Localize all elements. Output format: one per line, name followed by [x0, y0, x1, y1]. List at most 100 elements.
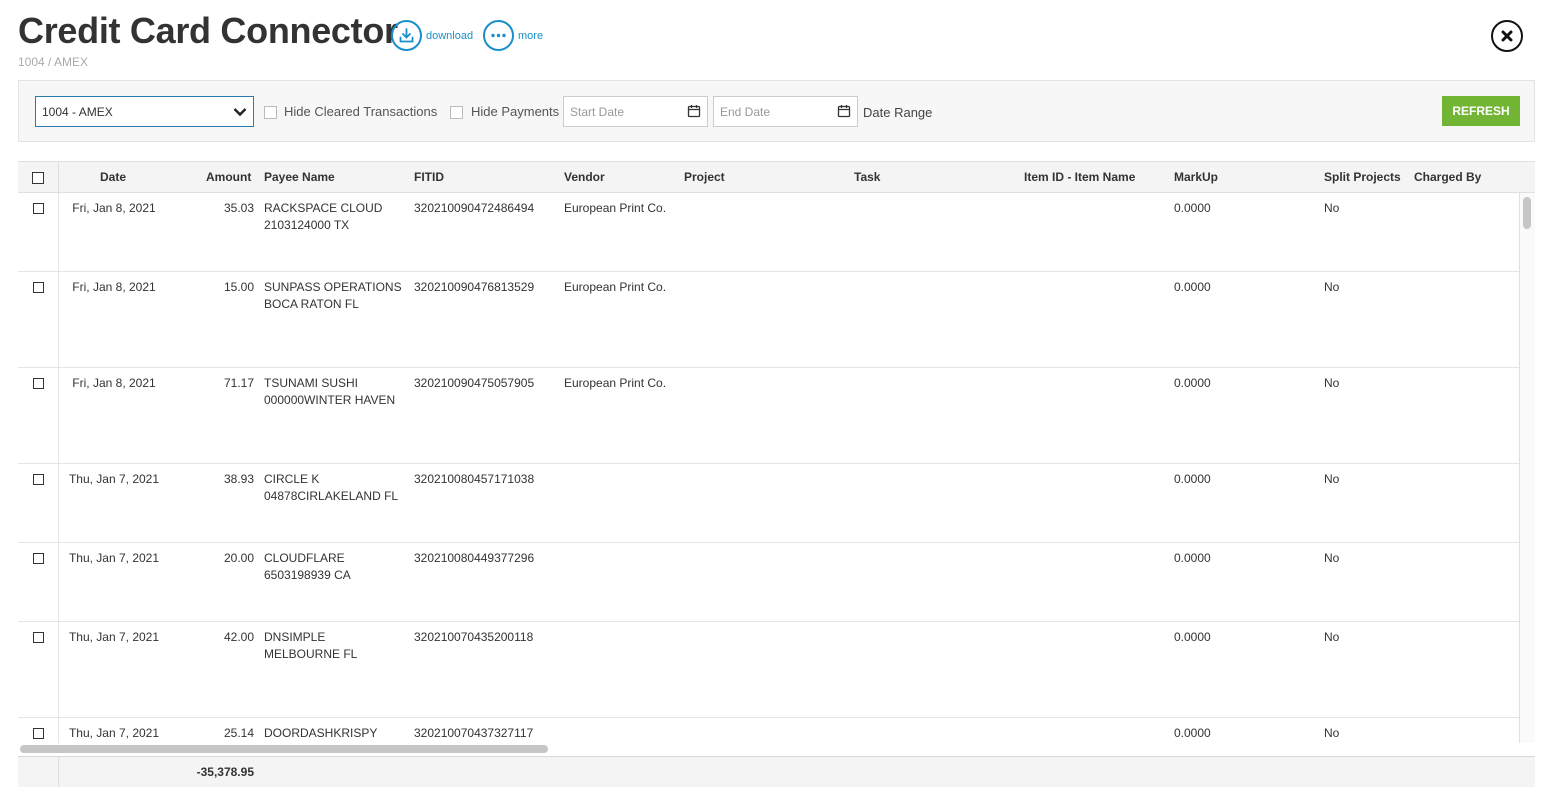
row-checkbox[interactable]	[33, 632, 44, 643]
start-date-placeholder: Start Date	[570, 105, 625, 119]
table-row[interactable]: Fri, Jan 8, 2021 15.00 SUNPASS OPERATION…	[18, 272, 1519, 368]
cell-split-projects[interactable]: No	[1324, 629, 1339, 646]
more-label: more	[518, 29, 544, 42]
cell-amount: 20.00	[223, 551, 254, 565]
cell-date: Thu, Jan 7, 2021	[68, 472, 160, 486]
horizontal-scrollbar-thumb[interactable]	[20, 745, 548, 753]
vertical-scrollbar[interactable]	[1520, 193, 1535, 743]
cell-payee: CIRCLE K 04878CIRLAKELAND FL	[264, 472, 399, 503]
row-checkbox[interactable]	[33, 474, 44, 485]
table-header: Date Amount Payee Name FITID Vendor Proj…	[18, 161, 1535, 194]
breadcrumb: 1004 / AMEX	[18, 55, 89, 69]
cell-markup[interactable]: 0.0000	[1174, 375, 1211, 392]
cell-fitid: 320210070435200118	[414, 630, 534, 644]
column-header-date[interactable]: Date	[100, 170, 126, 184]
column-header-task[interactable]: Task	[854, 170, 880, 184]
amount-total: -35,378.95	[196, 765, 254, 779]
cell-date: Fri, Jan 8, 2021	[72, 280, 156, 294]
cell-fitid: 320210090475057905	[414, 376, 535, 390]
cell-markup[interactable]: 0.0000	[1174, 725, 1211, 742]
hide-payments-label: Hide Payments	[471, 104, 560, 119]
cell-split-projects[interactable]: No	[1324, 200, 1339, 217]
cell-date: Thu, Jan 7, 2021	[68, 630, 160, 644]
column-header-charged-by[interactable]: Charged By	[1414, 170, 1481, 184]
refresh-button[interactable]: REFRESH	[1442, 96, 1520, 126]
date-range-label[interactable]: Date Range	[863, 105, 932, 120]
row-checkbox[interactable]	[33, 728, 44, 739]
cell-markup[interactable]: 0.0000	[1174, 550, 1211, 567]
row-checkbox[interactable]	[33, 553, 44, 564]
cell-markup[interactable]: 0.0000	[1174, 629, 1211, 646]
column-header-vendor[interactable]: Vendor	[564, 170, 605, 184]
column-divider	[58, 162, 59, 194]
cell-fitid: 320210080449377296	[414, 551, 535, 565]
table-footer: -35,378.95	[18, 756, 1535, 787]
cell-payee: RACKSPACE CLOUD 2103124000 TX	[264, 201, 383, 232]
table-row[interactable]: Thu, Jan 7, 2021 25.14 DOORDASHKRISPY 32…	[18, 718, 1519, 743]
cell-date: Thu, Jan 7, 2021	[68, 726, 160, 740]
column-divider	[58, 757, 59, 787]
cell-split-projects[interactable]: No	[1324, 725, 1339, 742]
end-date-input[interactable]: End Date	[713, 96, 858, 127]
cell-split-projects[interactable]: No	[1324, 279, 1339, 296]
cell-date: Thu, Jan 7, 2021	[68, 551, 160, 565]
account-select-value: 1004 - AMEX	[42, 105, 113, 119]
cell-fitid: 320210080457171038	[414, 472, 535, 486]
table-body: Fri, Jan 8, 2021 35.03 RACKSPACE CLOUD 2…	[18, 193, 1520, 743]
cell-fitid: 320210090472486494	[414, 201, 535, 215]
cell-fitid: 320210090476813529	[414, 280, 535, 294]
table-row[interactable]: Thu, Jan 7, 2021 42.00 DNSIMPLE MELBOURN…	[18, 622, 1519, 718]
cell-amount: 71.17	[223, 376, 254, 390]
transactions-grid: Date Amount Payee Name FITID Vendor Proj…	[18, 161, 1535, 787]
page-title: Credit Card Connector	[18, 10, 398, 51]
column-header-split-projects[interactable]: Split Projects	[1324, 170, 1401, 184]
cell-vendor[interactable]: European Print Co.	[564, 200, 666, 217]
account-select[interactable]: 1004 - AMEX	[35, 96, 254, 127]
cell-vendor[interactable]: European Print Co.	[564, 375, 666, 392]
cell-markup[interactable]: 0.0000	[1174, 471, 1211, 488]
calendar-icon[interactable]	[687, 104, 701, 118]
cell-payee: CLOUDFLARE 6503198939 CA	[264, 551, 351, 582]
cell-vendor[interactable]: European Print Co.	[564, 279, 666, 296]
start-date-input[interactable]: Start Date	[563, 96, 708, 127]
row-checkbox[interactable]	[33, 203, 44, 214]
cell-split-projects[interactable]: No	[1324, 375, 1339, 392]
hide-cleared-checkbox[interactable]	[264, 106, 277, 119]
column-header-amount[interactable]: Amount	[206, 170, 251, 184]
filter-bar: 1004 - AMEX Hide Cleared Transactions Hi…	[18, 80, 1535, 142]
row-checkbox[interactable]	[33, 378, 44, 389]
table-row[interactable]: Fri, Jan 8, 2021 35.03 RACKSPACE CLOUD 2…	[18, 193, 1519, 272]
hide-payments-checkbox[interactable]	[450, 106, 463, 119]
cell-split-projects[interactable]: No	[1324, 550, 1339, 567]
cell-split-projects[interactable]: No	[1324, 471, 1339, 488]
more-button[interactable]: more	[483, 20, 543, 51]
select-all-checkbox[interactable]	[32, 172, 44, 184]
hide-cleared-label: Hide Cleared Transactions	[284, 104, 438, 119]
column-header-fitid[interactable]: FITID	[414, 170, 444, 184]
cell-markup[interactable]: 0.0000	[1174, 200, 1211, 217]
vertical-scrollbar-thumb[interactable]	[1523, 197, 1531, 229]
cell-amount: 35.03	[223, 201, 254, 215]
cell-amount: 25.14	[223, 726, 254, 740]
cell-amount: 42.00	[223, 630, 254, 644]
column-header-markup[interactable]: MarkUp	[1174, 170, 1218, 184]
cell-payee: DOORDASHKRISPY	[264, 726, 378, 740]
cell-fitid: 320210070437327117	[414, 726, 534, 740]
column-header-item[interactable]: Item ID - Item Name	[1024, 170, 1135, 184]
download-button[interactable]: download	[391, 20, 473, 51]
cell-date: Fri, Jan 8, 2021	[72, 376, 156, 390]
row-checkbox[interactable]	[33, 282, 44, 293]
download-label: download	[426, 29, 474, 42]
table-row[interactable]: Thu, Jan 7, 2021 38.93 CIRCLE K 04878CIR…	[18, 464, 1519, 543]
column-header-project[interactable]: Project	[684, 170, 725, 184]
end-date-placeholder: End Date	[720, 105, 771, 119]
chevron-down-icon	[233, 108, 247, 117]
cell-payee: DNSIMPLE MELBOURNE FL	[264, 630, 358, 661]
table-row[interactable]: Thu, Jan 7, 2021 20.00 CLOUDFLARE 650319…	[18, 543, 1519, 622]
cell-payee: SUNPASS OPERATIONS BOCA RATON FL	[264, 280, 402, 311]
calendar-icon[interactable]	[837, 104, 851, 118]
table-row[interactable]: Fri, Jan 8, 2021 71.17 TSUNAMI SUSHI 000…	[18, 368, 1519, 464]
close-button[interactable]	[1491, 20, 1523, 52]
cell-markup[interactable]: 0.0000	[1174, 279, 1211, 296]
column-header-payee[interactable]: Payee Name	[264, 170, 335, 184]
